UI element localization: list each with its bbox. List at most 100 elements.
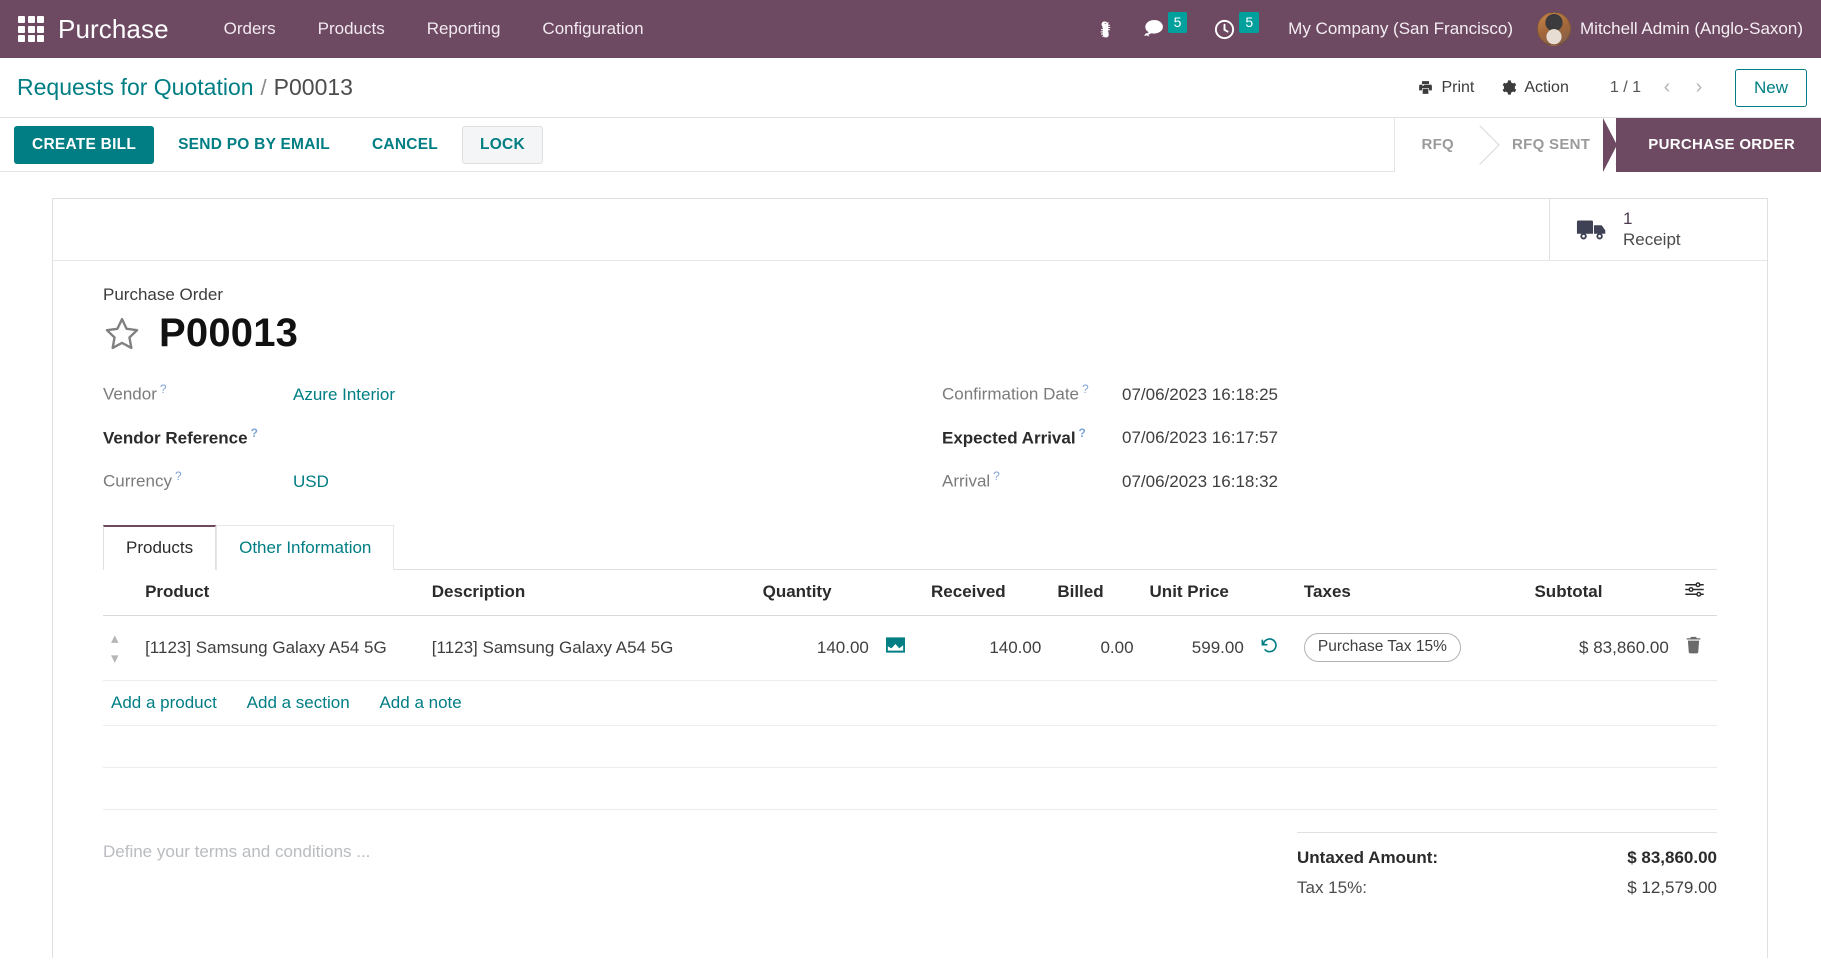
sheet-body: Purchase Order P00013 Vendor? Azure Inte… — [53, 261, 1767, 810]
cell-price-reset-icon[interactable] — [1251, 615, 1296, 681]
field-currency: Currency? USD — [103, 469, 910, 492]
field-confirmation-date-label: Confirmation Date? — [942, 382, 1089, 404]
notebook-tabs: Products Other Information — [103, 524, 1717, 570]
reset-history-icon — [1261, 638, 1277, 653]
activities-badge: 5 — [1239, 11, 1260, 33]
apps-grid-icon[interactable] — [18, 16, 44, 42]
field-vendor-reference: Vendor Reference? — [103, 426, 910, 449]
pager-value: 1 / 1 — [1609, 78, 1641, 96]
menu-item-configuration[interactable]: Configuration — [521, 0, 664, 58]
help-icon[interactable]: ? — [1082, 382, 1089, 396]
stage-rfq[interactable]: RFQ — [1395, 117, 1481, 172]
cell-billed[interactable]: 0.00 — [1049, 615, 1142, 681]
help-icon[interactable]: ? — [160, 382, 167, 396]
field-confirmation-date-value[interactable]: 07/06/2023 16:18:25 — [1122, 385, 1278, 405]
star-outline-icon[interactable] — [103, 315, 141, 353]
cell-product[interactable]: [1123] Samsung Galaxy A54 5G — [137, 615, 424, 681]
send-po-by-email-button[interactable]: SEND PO BY EMAIL — [160, 126, 348, 164]
lock-button[interactable]: LOCK — [462, 125, 543, 164]
activities-menu-button[interactable]: 5 — [1200, 0, 1272, 58]
breadcrumb-separator: / — [260, 75, 267, 100]
forecast-chart-icon — [885, 637, 905, 654]
user-menu[interactable]: Mitchell Admin (Anglo-Saxon) — [1529, 12, 1807, 46]
action-button[interactable]: Action — [1487, 72, 1581, 104]
help-icon[interactable]: ? — [993, 469, 1000, 483]
cell-quantity-icon[interactable] — [876, 615, 924, 681]
help-icon[interactable]: ? — [251, 426, 258, 440]
form-sheet: 1 Receipt Purchase Order P00013 Vendor? — [52, 198, 1768, 958]
menu-item-products[interactable]: Products — [297, 0, 406, 58]
add-a-product-link[interactable]: Add a product — [111, 693, 217, 712]
th-product: Product — [137, 569, 424, 616]
cell-delete[interactable] — [1676, 615, 1717, 681]
stage-purchase-order[interactable]: PURCHASE ORDER — [1603, 117, 1821, 172]
tab-products[interactable]: Products — [103, 524, 217, 570]
order-lines-body: ▴ ▾ [1123] Samsung Galaxy A54 5G [1123] S… — [103, 615, 1717, 810]
filler-row — [103, 767, 1717, 810]
pager-next-icon[interactable]: › — [1685, 74, 1713, 102]
field-vendor-reference-label: Vendor Reference? — [103, 425, 258, 448]
cancel-button[interactable]: CANCEL — [354, 126, 456, 164]
total-tax-label: Tax 15%: — [1297, 877, 1367, 897]
cell-received[interactable]: 140.00 — [923, 615, 1050, 681]
company-switcher[interactable]: My Company (San Francisco) — [1272, 0, 1529, 58]
order-lines-head: Product Description Quantity Received Bi… — [103, 569, 1717, 616]
printer-icon — [1419, 81, 1433, 94]
status-action-bar: CREATE BILL SEND PO BY EMAIL CANCEL LOCK… — [0, 117, 1821, 172]
new-button[interactable]: New — [1734, 68, 1807, 107]
receipt-smart-button[interactable]: 1 Receipt — [1549, 199, 1767, 260]
cell-taxes[interactable]: Purchase Tax 15% — [1295, 615, 1527, 681]
add-a-note-link[interactable]: Add a note — [379, 693, 461, 712]
field-arrival-value[interactable]: 07/06/2023 16:18:32 — [1122, 472, 1278, 492]
filler-row — [103, 725, 1717, 768]
field-currency-value[interactable]: USD — [293, 472, 329, 492]
page-title: P00013 — [159, 311, 299, 355]
status-pipeline: RFQ RFQ SENT PURCHASE ORDER — [1394, 117, 1821, 172]
th-taxes: Taxes — [1295, 569, 1527, 616]
breadcrumb-parent-link[interactable]: Requests for Quotation — [17, 74, 254, 101]
navbar-right-zone: 5 5 My Company (San Francisco) Mitchell … — [1083, 0, 1807, 58]
stage-rfq-sent[interactable]: RFQ SENT — [1480, 117, 1617, 172]
debug-menu-button[interactable] — [1083, 0, 1128, 58]
row-drag-handle[interactable]: ▴ ▾ — [103, 615, 138, 681]
field-expected-arrival-value[interactable]: 07/06/2023 16:17:57 — [1122, 428, 1278, 448]
app-brand-purchase[interactable]: Purchase — [58, 14, 169, 45]
pager: 1 / 1 ‹ › — [1602, 74, 1713, 102]
messages-badge: 5 — [1167, 11, 1188, 33]
help-icon[interactable]: ? — [175, 469, 182, 483]
form-subtitle: Purchase Order — [103, 285, 223, 304]
help-icon[interactable]: ? — [1079, 426, 1086, 440]
pager-previous-icon[interactable]: ‹ — [1653, 74, 1681, 102]
print-label: Print — [1441, 78, 1475, 96]
form-column-right: Confirmation Date? 07/06/2023 16:18:25 E… — [910, 382, 1717, 513]
field-vendor-label: Vendor? — [103, 382, 167, 404]
cell-quantity[interactable]: 140.00 — [754, 615, 877, 681]
cell-description[interactable]: [1123] Samsung Galaxy A54 5G — [423, 615, 755, 681]
th-received: Received — [923, 569, 1050, 616]
chat-bubble-icon — [1143, 20, 1163, 37]
top-navbar: Purchase Orders Products Reporting Confi… — [0, 0, 1821, 58]
sheet-wrapper: 1 Receipt Purchase Order P00013 Vendor? — [0, 172, 1821, 958]
terms-and-conditions-input[interactable]: Define your terms and conditions ... — [103, 832, 1267, 903]
tab-other-information[interactable]: Other Information — [216, 524, 395, 570]
tax-badge[interactable]: Purchase Tax 15% — [1303, 633, 1461, 663]
messages-menu-button[interactable]: 5 — [1128, 0, 1201, 58]
field-vendor-value[interactable]: Azure Interior — [293, 385, 395, 405]
menu-item-reporting[interactable]: Reporting — [406, 0, 522, 58]
total-untaxed-value: $ 83,860.00 — [1627, 847, 1717, 867]
th-unit-price: Unit Price — [1141, 569, 1296, 616]
add-a-section-link[interactable]: Add a section — [247, 693, 350, 712]
totals-block: Untaxed Amount: $ 83,860.00 Tax 15%: $ 1… — [1297, 831, 1717, 903]
total-untaxed-label: Untaxed Amount: — [1297, 847, 1439, 867]
control-panel-right: Print Action 1 / 1 ‹ › New — [1404, 68, 1807, 107]
table-row[interactable]: ▴ ▾ [1123] Samsung Galaxy A54 5G [1123] S… — [103, 615, 1717, 681]
cell-unit-price[interactable]: 599.00 — [1141, 615, 1252, 681]
th-optional-columns[interactable] — [1676, 569, 1717, 616]
field-expected-arrival-label: Expected Arrival? — [942, 425, 1086, 448]
print-button[interactable]: Print — [1404, 72, 1487, 104]
create-bill-button[interactable]: CREATE BILL — [14, 125, 155, 164]
menu-item-orders[interactable]: Orders — [203, 0, 297, 58]
action-label: Action — [1524, 78, 1569, 96]
drag-handle-icon[interactable]: ▴ ▾ — [111, 630, 119, 667]
th-subtotal: Subtotal — [1526, 569, 1677, 616]
